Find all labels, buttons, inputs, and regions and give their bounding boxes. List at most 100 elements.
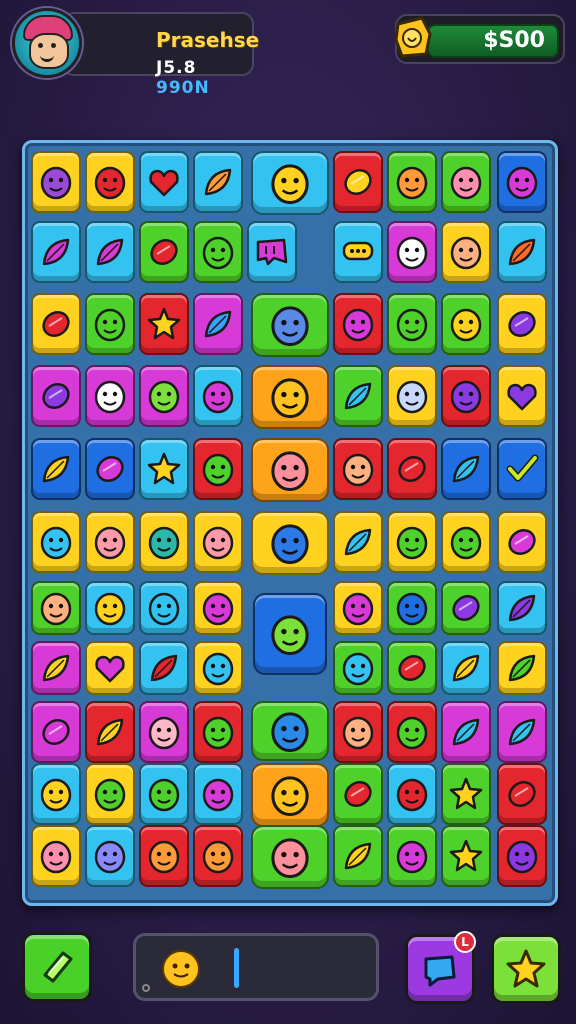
- game-tile[interactable]: [193, 763, 243, 825]
- game-tile[interactable]: [441, 293, 491, 355]
- game-tile[interactable]: [139, 151, 189, 213]
- game-tile[interactable]: [247, 221, 297, 283]
- special-tile[interactable]: [251, 151, 329, 215]
- game-tile[interactable]: [193, 825, 243, 887]
- game-tile[interactable]: [497, 763, 547, 825]
- game-tile[interactable]: [333, 581, 383, 635]
- game-tile[interactable]: [441, 511, 491, 573]
- game-tile[interactable]: [31, 221, 81, 283]
- game-tile[interactable]: [497, 438, 547, 500]
- game-tile[interactable]: [31, 701, 81, 763]
- game-tile[interactable]: [387, 581, 437, 635]
- game-tile[interactable]: [193, 365, 243, 427]
- game-tile[interactable]: [497, 151, 547, 213]
- game-tile[interactable]: [139, 511, 189, 573]
- game-tile[interactable]: [85, 221, 135, 283]
- game-tile[interactable]: [31, 581, 81, 635]
- game-tile[interactable]: [441, 701, 491, 763]
- game-tile[interactable]: [497, 701, 547, 763]
- game-tile[interactable]: [441, 151, 491, 213]
- game-tile[interactable]: [31, 763, 81, 825]
- game-tile[interactable]: [497, 825, 547, 887]
- game-tile[interactable]: [31, 641, 81, 695]
- special-tile[interactable]: [251, 763, 329, 827]
- game-tile[interactable]: [441, 221, 491, 283]
- game-tile[interactable]: [139, 293, 189, 355]
- game-tile[interactable]: [387, 701, 437, 763]
- game-tile[interactable]: [85, 825, 135, 887]
- game-tile[interactable]: [497, 581, 547, 635]
- special-tile[interactable]: [251, 438, 329, 502]
- game-tile[interactable]: [85, 438, 135, 500]
- game-tile[interactable]: [387, 763, 437, 825]
- game-tile[interactable]: [85, 151, 135, 213]
- game-tile[interactable]: [441, 763, 491, 825]
- game-tile[interactable]: [333, 511, 383, 573]
- game-tile[interactable]: [139, 581, 189, 635]
- game-tile[interactable]: [387, 293, 437, 355]
- game-tile[interactable]: [85, 293, 135, 355]
- game-tile[interactable]: [333, 825, 383, 887]
- special-tile[interactable]: [253, 593, 327, 675]
- gem-button[interactable]: [22, 932, 92, 1002]
- special-tile[interactable]: [251, 365, 329, 429]
- game-tile[interactable]: [31, 293, 81, 355]
- game-tile[interactable]: [193, 701, 243, 763]
- game-tile[interactable]: [85, 581, 135, 635]
- game-tile[interactable]: [193, 221, 243, 283]
- game-tile[interactable]: [31, 151, 81, 213]
- game-tile[interactable]: [85, 511, 135, 573]
- special-tile[interactable]: [251, 825, 329, 889]
- game-tile[interactable]: [387, 511, 437, 573]
- game-tile[interactable]: [193, 511, 243, 573]
- game-tile[interactable]: [387, 825, 437, 887]
- game-tile[interactable]: [85, 641, 135, 695]
- game-tile[interactable]: [85, 701, 135, 763]
- game-tile[interactable]: [193, 641, 243, 695]
- game-tile[interactable]: [497, 365, 547, 427]
- game-tile[interactable]: [497, 293, 547, 355]
- game-tile[interactable]: [193, 581, 243, 635]
- game-tile[interactable]: [333, 221, 383, 283]
- game-tile[interactable]: [193, 293, 243, 355]
- game-tile[interactable]: [497, 511, 547, 573]
- game-tile[interactable]: [139, 701, 189, 763]
- game-tile[interactable]: [31, 511, 81, 573]
- special-tile[interactable]: [251, 701, 329, 761]
- game-tile[interactable]: [387, 641, 437, 695]
- game-tile[interactable]: [139, 825, 189, 887]
- game-tile[interactable]: [387, 151, 437, 213]
- game-tile[interactable]: [31, 438, 81, 500]
- game-tile[interactable]: [333, 641, 383, 695]
- game-tile[interactable]: [497, 221, 547, 283]
- game-tile[interactable]: [139, 365, 189, 427]
- game-tile[interactable]: [193, 438, 243, 500]
- star-button[interactable]: [491, 934, 561, 1004]
- game-tile[interactable]: [333, 151, 383, 213]
- game-tile[interactable]: [333, 293, 383, 355]
- game-tile[interactable]: [31, 825, 81, 887]
- game-tile[interactable]: [441, 641, 491, 695]
- game-tile[interactable]: [193, 151, 243, 213]
- game-tile[interactable]: [387, 221, 437, 283]
- game-tile[interactable]: [85, 365, 135, 427]
- game-tile[interactable]: [139, 763, 189, 825]
- progress-cursor[interactable]: [234, 948, 239, 988]
- game-tile[interactable]: [497, 641, 547, 695]
- special-tile[interactable]: [251, 511, 329, 575]
- avatar-icon[interactable]: [12, 8, 82, 78]
- game-tile[interactable]: [31, 365, 81, 427]
- game-tile[interactable]: [441, 825, 491, 887]
- game-tile[interactable]: [387, 438, 437, 500]
- game-tile[interactable]: [85, 763, 135, 825]
- chat-button[interactable]: L: [405, 931, 476, 1004]
- game-tile[interactable]: [333, 438, 383, 500]
- game-tile[interactable]: [333, 365, 383, 427]
- game-tile[interactable]: [333, 763, 383, 825]
- game-tile[interactable]: [139, 641, 189, 695]
- game-tile[interactable]: [139, 438, 189, 500]
- game-tile[interactable]: [441, 581, 491, 635]
- game-tile[interactable]: [387, 365, 437, 427]
- game-tile[interactable]: [333, 701, 383, 763]
- game-tile[interactable]: [441, 438, 491, 500]
